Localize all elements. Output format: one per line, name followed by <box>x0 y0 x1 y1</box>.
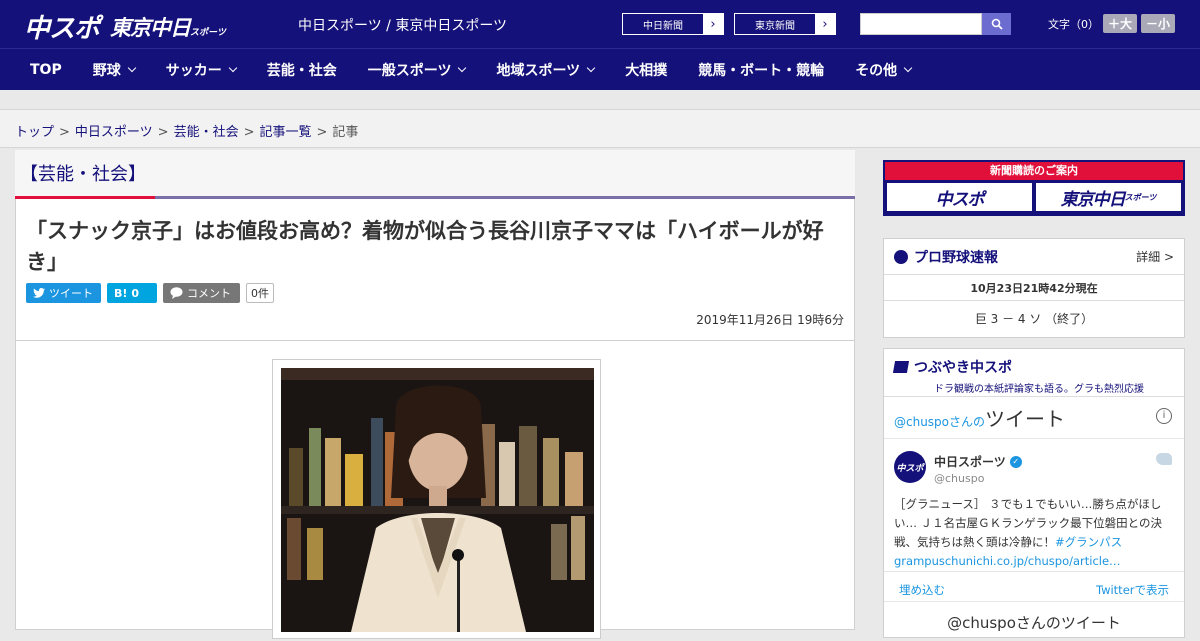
photo-area <box>15 341 855 639</box>
font-smaller-button[interactable]: －小 <box>1141 14 1176 33</box>
nav-general-sports[interactable]: 一般スポーツ <box>368 60 467 80</box>
tokyo-chunichi-logo[interactable]: 東京中日スポーツ <box>110 12 226 42</box>
nav-top[interactable]: TOP <box>30 62 62 78</box>
ad-strip <box>0 90 1200 110</box>
avatar[interactable]: 中スポ <box>894 451 926 483</box>
font-size-label: 文字（0） <box>1048 17 1099 31</box>
chevron-down-icon <box>903 63 913 73</box>
verified-icon: ✓ <box>1009 455 1022 468</box>
category-header: 【芸能・社会】 <box>15 150 855 199</box>
search-box <box>860 13 1011 35</box>
tsubuyaki-title: つぶやき中スポ <box>914 360 1012 376</box>
tweet-text: ［グラニュース］ ３でも１でもいい…勝ち点がほしい… Ｊ１名古屋ＧＫランゲラック… <box>894 497 1163 568</box>
twitter-bird-icon[interactable] <box>1156 453 1172 465</box>
speech-bubble-icon <box>170 287 183 299</box>
article-date: 2019年11月26日 19時6分 <box>696 313 844 327</box>
article-header: 「スナック京子」はお値段お高め？着物が似合う長谷川京子ママは「ハイボールが好き」… <box>15 199 855 341</box>
tweet-button[interactable]: ツイート <box>26 283 101 303</box>
more-tweets-link[interactable]: @chuspoさんのツイート <box>884 601 1184 641</box>
sidebar: 新聞購読のご案内 中スポ 東京中日 スポーツ プロ野球速報 詳細 > 10月23日… <box>883 160 1185 638</box>
twitter-timeline-footer: 埋め込む Twitterで表示 <box>884 571 1184 601</box>
chuspo-logo[interactable]: 中スポ <box>24 8 100 45</box>
baseball-detail-link[interactable]: 詳細 > <box>1136 248 1174 265</box>
info-icon[interactable]: i <box>1156 408 1172 424</box>
tweet-author-handle[interactable]: @chuspo <box>934 472 984 485</box>
category-title: 【芸能・社会】 <box>20 164 146 185</box>
subscription-banner[interactable]: 新聞購読のご案内 中スポ 東京中日 スポーツ <box>883 160 1185 216</box>
tweet-author-name[interactable]: 中日スポーツ <box>934 453 1006 470</box>
chevron-down-icon <box>586 63 596 73</box>
main-content: 【芸能・社会】 「スナック京子」はお値段お高め？着物が似合う長谷川京子ママは「ハ… <box>15 150 855 639</box>
chunichi-shimbun-button[interactable]: 中日新聞 › <box>622 13 724 35</box>
baseball-score[interactable]: 巨 3 － 4 ソ （終了） <box>884 301 1184 336</box>
chevron-down-icon <box>127 63 136 73</box>
pro-baseball-title: プロ野球速報 <box>914 249 998 266</box>
nav-regional-sports[interactable]: 地域スポーツ <box>496 60 596 80</box>
nav-baseball[interactable]: 野球 <box>93 60 136 80</box>
megaphone-icon <box>892 361 910 373</box>
pro-baseball-widget: プロ野球速報 詳細 > 10月23日21時42分現在 巨 3 － 4 ソ （終了… <box>883 238 1185 338</box>
main-nav: TOP 野球 サッカー 芸能・社会 一般スポーツ 地域スポーツ 大相撲 競馬・ボ… <box>0 48 1200 90</box>
search-icon <box>991 18 1003 30</box>
twitter-timeline-header: @chuspoさんのツイート i <box>884 393 1184 439</box>
breadcrumb: トップ > 中日スポーツ > 芸能・社会 > 記事一覧 > 記事 <box>0 110 1200 148</box>
breadcrumb-article-list[interactable]: 記事一覧 <box>260 125 312 140</box>
article-photo[interactable] <box>272 359 601 639</box>
nav-entertainment[interactable]: 芸能・社会 <box>267 60 337 80</box>
nav-other[interactable]: その他 <box>855 60 913 80</box>
tweet-link[interactable]: grampuschunichi.co.jp/chuspo/article… <box>894 554 1121 568</box>
chevron-right-icon: › <box>703 14 723 34</box>
baseball-timestamp: 10月23日21時42分現在 <box>884 275 1184 301</box>
view-on-twitter-link[interactable]: Twitterで表示 <box>1096 582 1169 597</box>
breadcrumb-current: 記事 <box>332 125 359 140</box>
nav-sumo[interactable]: 大相撲 <box>625 60 667 80</box>
subscribe-chuspo-logo[interactable]: 中スポ <box>887 183 1032 211</box>
baseball-icon <box>894 249 908 264</box>
tsubuyaki-widget: つぶやき中スポ ドラ観戦の本紙評論家も語る。グラも熱烈応援 @chuspoさんの… <box>883 348 1185 638</box>
breadcrumb-top[interactable]: トップ <box>15 125 54 140</box>
font-larger-button[interactable]: ＋大 <box>1103 14 1138 33</box>
comment-button[interactable]: コメント <box>163 283 240 303</box>
top-header: 中スポ 東京中日スポーツ 中日スポーツ / 東京中日スポーツ 中日新聞 › 東京新… <box>0 0 1200 48</box>
breadcrumb-chunichi-sports[interactable]: 中日スポーツ <box>75 125 153 140</box>
font-size-controls: 文字（0） ＋大 －小 <box>1048 14 1176 33</box>
tweet-hashtag[interactable]: #グランパス <box>1055 535 1122 549</box>
article-headline: 「スナック京子」はお値段お高め？着物が似合う長谷川京子ママは「ハイボールが好き」 <box>26 219 824 274</box>
site-names[interactable]: 中日スポーツ / 東京中日スポーツ <box>298 15 507 35</box>
hatena-count: 0 <box>131 286 140 300</box>
chevron-down-icon <box>228 63 237 73</box>
hatena-bookmark-button[interactable]: B! 0 <box>107 283 157 303</box>
chevron-down-icon <box>458 63 467 73</box>
search-button[interactable] <box>982 13 1011 35</box>
twitter-timeline-title[interactable]: @chuspoさんのツイート <box>894 407 1065 431</box>
subscribe-tokyo-chunichi-logo[interactable]: 東京中日 スポーツ <box>1036 183 1181 211</box>
nav-soccer[interactable]: サッカー <box>166 60 237 80</box>
chevron-right-icon: › <box>815 14 835 34</box>
article-photo-image <box>281 368 594 632</box>
nav-racing[interactable]: 競馬・ボート・競輪 <box>698 60 824 80</box>
search-input[interactable] <box>860 13 982 35</box>
breadcrumb-entertainment[interactable]: 芸能・社会 <box>174 125 239 140</box>
twitter-bird-icon <box>33 288 45 298</box>
embed-link[interactable]: 埋め込む <box>899 582 945 597</box>
tokyo-shimbun-button[interactable]: 東京新聞 › <box>734 13 836 35</box>
subscription-header: 新聞購読のご案内 <box>885 162 1183 180</box>
tweet-item[interactable]: 中スポ 中日スポーツ ✓ @chuspo ［グラニュース］ ３でも１でもいい…勝ち… <box>884 441 1184 571</box>
share-bar: ツイート B! 0 コメント 0件 <box>26 283 274 303</box>
comment-count: 0件 <box>246 283 274 303</box>
